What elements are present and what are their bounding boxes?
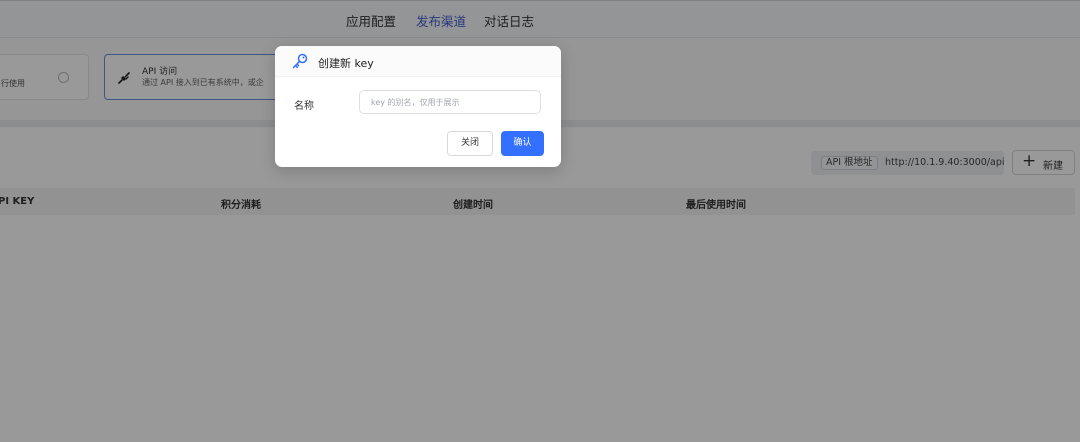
- key-icon: [292, 53, 308, 69]
- confirm-button[interactable]: 确认: [501, 131, 544, 156]
- close-button[interactable]: 关闭: [447, 131, 493, 156]
- dialog-header: 创建新 key: [275, 46, 561, 77]
- create-key-dialog: 创建新 key 名称 关闭 确认: [275, 46, 561, 167]
- dialog-title: 创建新 key: [318, 57, 374, 70]
- name-input[interactable]: [359, 90, 541, 114]
- name-field-label: 名称: [294, 101, 314, 112]
